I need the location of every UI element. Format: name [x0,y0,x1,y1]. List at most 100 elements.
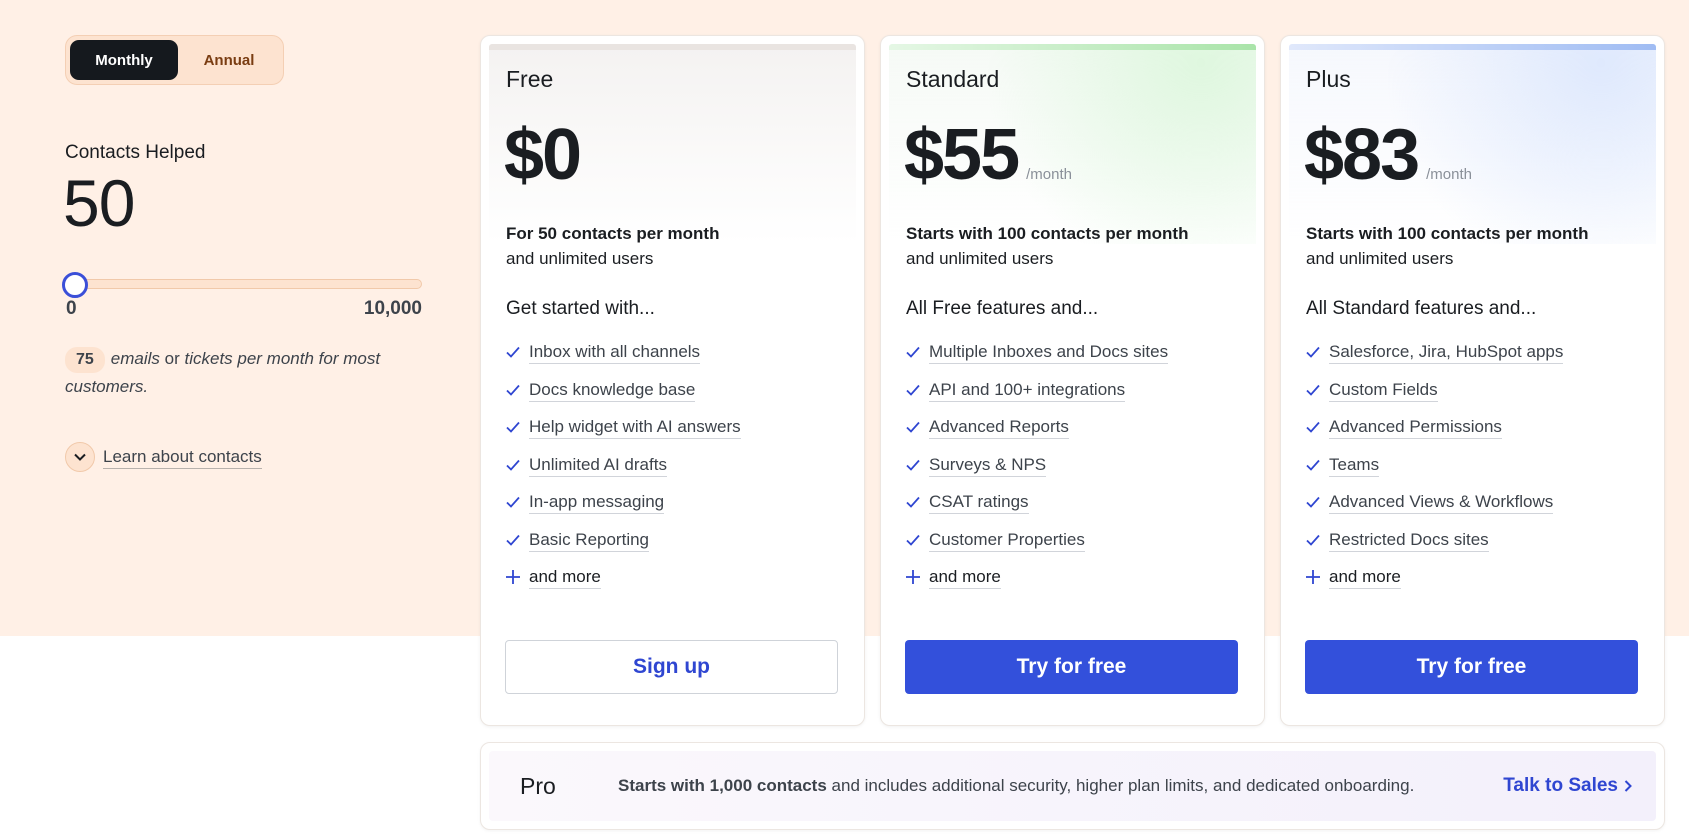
pro-plan-name: Pro [520,772,556,799]
talk-to-sales-link[interactable]: Talk to Sales [1503,775,1632,797]
plan-description: Starts with 100 contacts per month and un… [906,221,1246,271]
plan-card-plus: Plus $83/month Starts with 100 contacts pe… [1280,35,1665,726]
pro-plan-description: Starts with 1,000 contacts and includes … [618,776,1414,796]
check-icon [505,491,521,513]
check-icon [905,491,921,513]
feature-label[interactable]: Inbox with all channels [529,341,701,364]
contacts-slider-track[interactable] [74,279,422,289]
plus-icon [905,566,921,588]
pro-plan-bar: Pro Starts with 1,000 contacts and inclu… [480,742,1665,830]
and-more-label[interactable]: and more [1329,566,1401,589]
pro-plan-highlight: Starts with 1,000 contacts [618,776,827,795]
feature-label[interactable]: In-app messaging [529,491,665,514]
plan-contacts: Starts with 100 contacts per month [1306,224,1589,243]
slider-min-label: 0 [66,298,77,319]
feature-label[interactable]: Custom Fields [1329,379,1438,402]
features-heading: Get started with... [506,298,655,319]
feature-label[interactable]: Surveys & NPS [929,454,1047,477]
feature-item: Customer Properties [905,529,1245,567]
check-icon [505,454,521,476]
plan-description: Starts with 100 contacts per month and un… [1306,221,1646,271]
feature-item: Surveys & NPS [905,454,1245,492]
feature-item: Inbox with all channels [505,341,845,379]
try-for-free-button[interactable]: Try for free [905,640,1238,694]
check-icon [905,454,921,476]
contacts-label: Contacts Helped [65,142,206,163]
feature-item: Docs knowledge base [505,379,845,417]
hint-or: or [159,349,185,368]
plan-price: $0 [504,115,582,195]
plan-description: For 50 contacts per month and unlimited u… [506,221,846,271]
feature-label[interactable]: Multiple Inboxes and Docs sites [929,341,1169,364]
feature-label[interactable]: Basic Reporting [529,529,650,552]
check-icon [1305,379,1321,401]
feature-label[interactable]: Unlimited AI drafts [529,454,667,477]
features-heading: All Free features and... [906,298,1099,319]
sign-up-button[interactable]: Sign up [505,640,838,694]
talk-to-sales-label[interactable]: Talk to Sales [1503,775,1618,797]
check-icon [905,416,921,438]
check-icon [1305,341,1321,363]
feature-label[interactable]: Help widget with AI answers [529,416,741,439]
feature-label[interactable]: Advanced Reports [929,416,1069,439]
plan-price-period: /month [1426,166,1472,183]
check-icon [505,379,521,401]
check-icon [905,341,921,363]
hint-emails: emails [110,349,160,368]
try-for-free-button[interactable]: Try for free [1305,640,1638,694]
feature-item: Teams [1305,454,1645,492]
learn-about-contacts-label[interactable]: Learn about contacts [103,446,262,469]
slider-max-label: 10,000 [363,298,422,319]
monthly-toggle-button[interactable]: Monthly [70,40,178,80]
and-more-label[interactable]: and more [529,566,601,589]
feature-item: Help widget with AI answers [505,416,845,454]
and-more-item[interactable]: and more [905,566,1245,604]
billing-toggle: Monthly Annual [65,35,284,85]
feature-item: API and 100+ integrations [905,379,1245,417]
plan-contacts: Starts with 100 contacts per month [906,224,1189,243]
feature-label[interactable]: Teams [1329,454,1380,477]
feature-label[interactable]: Customer Properties [929,529,1085,552]
plan-card-standard: Standard $55/month Starts with 100 contact… [880,35,1265,726]
feature-item: CSAT ratings [905,491,1245,529]
feature-label[interactable]: Salesforce, Jira, HubSpot apps [1329,341,1564,364]
and-more-item[interactable]: and more [1305,566,1645,604]
check-icon [505,529,521,551]
and-more-label[interactable]: and more [929,566,1001,589]
plan-price-period: /month [1026,166,1072,183]
check-icon [905,529,921,551]
card-accent-bar [1289,44,1656,50]
card-accent-bar [489,44,856,50]
check-icon [505,416,521,438]
feature-item: Advanced Views & Workflows [1305,491,1645,529]
feature-label[interactable]: Docs knowledge base [529,379,696,402]
features-heading: All Standard features and... [1306,298,1537,319]
plan-price-row: $55/month [904,115,1072,195]
feature-label[interactable]: Advanced Permissions [1329,416,1502,439]
feature-item: In-app messaging [505,491,845,529]
annual-toggle-button[interactable]: Annual [180,40,278,80]
plus-icon [1305,566,1321,588]
feature-label[interactable]: API and 100+ integrations [929,379,1126,402]
check-icon [1305,491,1321,513]
feature-item: Restricted Docs sites [1305,529,1645,567]
features-list: Inbox with all channels Docs knowledge ba… [505,341,845,604]
check-icon [905,379,921,401]
contacts-slider-thumb[interactable] [62,272,88,298]
contacts-hint: 75 emails or tickets per month for most c… [65,345,395,401]
plan-card-free: Free $0 For 50 contacts per month and unlim… [480,35,865,726]
chevron-down-icon[interactable] [65,442,95,472]
feature-item: Custom Fields [1305,379,1645,417]
plan-contacts: For 50 contacts per month [506,224,720,243]
feature-label[interactable]: Advanced Views & Workflows [1329,491,1554,514]
feature-label[interactable]: Restricted Docs sites [1329,529,1489,552]
plan-users: and unlimited users [506,249,654,268]
and-more-item[interactable]: and more [505,566,845,604]
check-icon [1305,416,1321,438]
plan-price: $55 [904,115,1020,195]
learn-about-contacts-link[interactable]: Learn about contacts [65,442,262,472]
contacts-value: 50 [63,166,135,240]
plan-price-row: $83/month [1304,115,1472,195]
feature-label[interactable]: CSAT ratings [929,491,1029,514]
feature-item: Advanced Reports [905,416,1245,454]
